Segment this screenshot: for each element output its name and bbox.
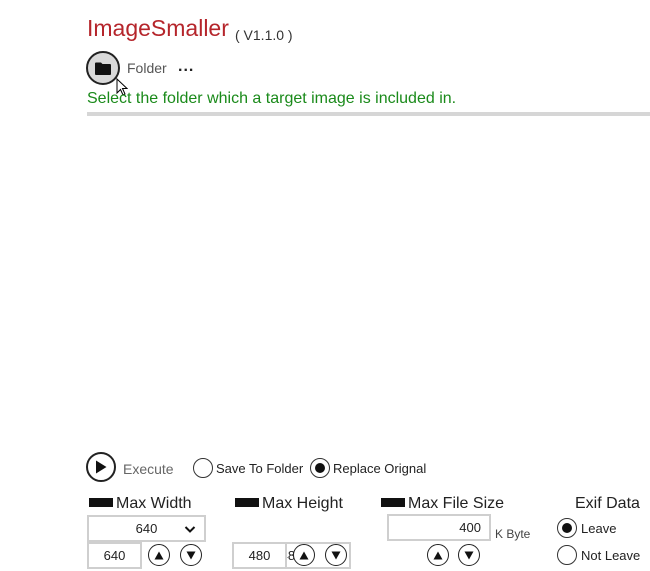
- app-version: ( V1.1.0 ): [235, 27, 293, 43]
- file-size-unit: K Byte: [495, 527, 531, 541]
- select-folder-button[interactable]: [86, 51, 120, 85]
- max-width-selected: 640: [135, 521, 158, 536]
- max-height-label: Max Height: [262, 495, 343, 512]
- max-width-decrement-button[interactable]: [180, 544, 202, 566]
- max-file-size-color-swatch: [381, 498, 405, 507]
- execute-button[interactable]: [86, 452, 116, 482]
- max-width-input[interactable]: 640: [87, 542, 142, 569]
- arrow-up-icon: [154, 551, 164, 559]
- arrow-up-icon: [433, 551, 443, 559]
- max-file-size-input[interactable]: 400: [387, 514, 491, 541]
- replace-original-label: Replace Orignal: [333, 461, 427, 476]
- max-height-increment-button[interactable]: [293, 544, 315, 566]
- folder-path: ...: [178, 58, 195, 75]
- radio-replace-original[interactable]: [310, 458, 330, 478]
- app-title: ImageSmaller: [87, 15, 229, 41]
- max-file-size-increment-button[interactable]: [427, 544, 449, 566]
- exif-leave-label: Leave: [581, 521, 617, 536]
- max-height-input[interactable]: 480: [232, 542, 287, 569]
- chevron-down-icon: [184, 526, 196, 533]
- play-icon: [96, 460, 107, 474]
- execute-label: Execute: [123, 461, 174, 477]
- save-to-folder-label: Save To Folder: [216, 461, 304, 476]
- max-width-select[interactable]: 640: [87, 515, 206, 542]
- radio-save-to-folder[interactable]: [193, 458, 213, 478]
- arrow-down-icon: [464, 551, 474, 559]
- max-file-size-decrement-button[interactable]: [458, 544, 480, 566]
- exif-not-leave-label: Not Leave: [581, 548, 641, 563]
- folder-label: Folder: [127, 60, 167, 76]
- arrow-up-icon: [299, 551, 309, 559]
- arrow-down-icon: [186, 551, 196, 559]
- radio-exif-not-leave[interactable]: [557, 545, 577, 565]
- exif-data-title: Exif Data: [575, 495, 640, 512]
- max-width-color-swatch: [89, 498, 113, 507]
- max-file-size-label: Max File Size: [408, 495, 505, 512]
- folder-hint: Select the folder which a target image i…: [87, 90, 457, 107]
- radio-exif-leave[interactable]: [557, 518, 577, 538]
- divider: [87, 112, 650, 116]
- max-width-increment-button[interactable]: [148, 544, 170, 566]
- folder-icon: [95, 62, 111, 75]
- max-height-color-swatch: [235, 498, 259, 507]
- arrow-down-icon: [331, 551, 341, 559]
- max-width-label: Max Width: [116, 495, 192, 512]
- max-height-decrement-button[interactable]: [325, 544, 347, 566]
